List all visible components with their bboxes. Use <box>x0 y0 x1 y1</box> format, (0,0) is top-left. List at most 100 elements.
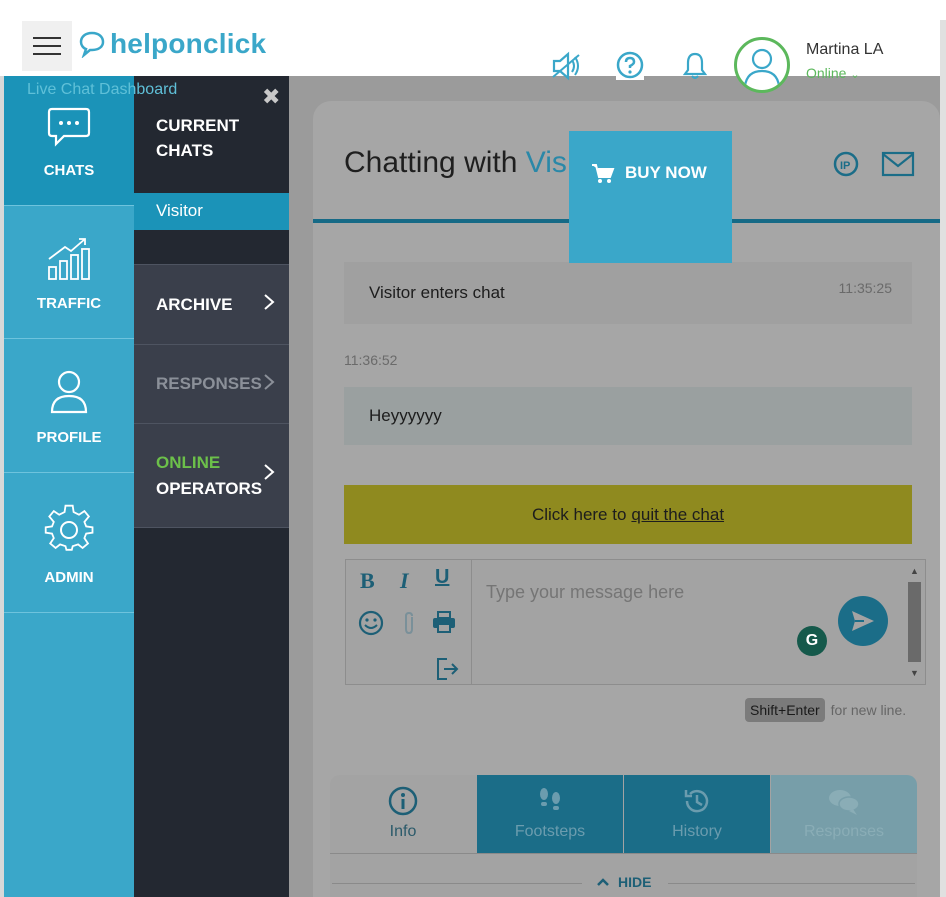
tab-info[interactable]: Info <box>330 775 476 853</box>
newline-hint: Shift+Enter for new line. <box>745 698 906 722</box>
message-text: Visitor enters chat <box>369 283 505 302</box>
help-icon[interactable] <box>612 48 648 84</box>
chevron-right-icon <box>263 463 275 489</box>
nav-item-traffic[interactable]: TRAFFIC <box>4 206 134 339</box>
scroll-down-icon[interactable]: ▼ <box>910 668 919 678</box>
send-button[interactable] <box>838 596 888 646</box>
chat-title: Chatting with Vis <box>344 146 567 180</box>
tab-responses[interactable]: Responses <box>771 775 917 853</box>
nav-archive-label: ARCHIVE <box>156 294 233 314</box>
history-icon <box>684 789 709 813</box>
menu-toggle-button[interactable] <box>22 21 72 71</box>
email-icon[interactable] <box>880 146 916 182</box>
shopping-cart-icon <box>592 164 615 183</box>
hamburger-line <box>33 37 61 39</box>
gear-icon <box>44 504 94 551</box>
sound-muted-icon[interactable] <box>548 48 584 84</box>
quit-prefix: Click here to <box>531 504 627 524</box>
nav-responses-label: RESPONSES <box>156 374 262 393</box>
attachment-icon[interactable] <box>400 610 418 642</box>
print-icon[interactable] <box>431 610 457 640</box>
message-input[interactable] <box>486 582 796 603</box>
nav-online-operators[interactable]: ONLINE OPERATORS <box>134 423 289 528</box>
hide-toggle[interactable]: HIDE <box>596 874 651 890</box>
chat-bubble-icon <box>47 107 91 147</box>
nav-archive[interactable]: ARCHIVE <box>134 264 289 344</box>
message-timestamp: 11:36:52 <box>344 352 398 368</box>
hamburger-line <box>33 45 61 47</box>
footsteps-icon <box>540 788 560 810</box>
system-message: Visitor enters chat 11:35:25 <box>344 262 912 324</box>
underline-icon[interactable]: U <box>435 566 449 589</box>
message-timestamp: 11:35:25 <box>838 280 892 296</box>
formatting-toolbar: B I U <box>346 560 472 684</box>
nav-label: PROFILE <box>36 429 102 446</box>
message-composer: B I U G ▲ ▼ <box>345 559 926 685</box>
chevron-right-icon <box>263 373 275 396</box>
nav-item-profile[interactable]: PROFILE <box>4 339 134 473</box>
bold-icon[interactable]: B <box>360 568 375 594</box>
ip-icon[interactable]: IP <box>828 146 864 182</box>
user-status-label: Online <box>806 65 847 81</box>
bell-icon[interactable] <box>677 48 713 84</box>
helponclick-logo[interactable]: helponclick <box>78 26 266 62</box>
visitor-tabs: Info Footsteps History Responses <box>330 775 917 853</box>
primary-nav: CHATS TRAFFIC PROFILE ADMIN <box>4 76 134 897</box>
scroll-up-icon[interactable]: ▲ <box>910 566 919 576</box>
visitor-message: Heyyyyyy <box>344 387 912 445</box>
close-icon[interactable]: ✖ <box>262 84 280 110</box>
buy-now-button[interactable]: BUY NOW <box>569 131 732 263</box>
operators-label: OPERATORS <box>156 478 263 498</box>
dashboard-label: Live Chat Dashboard <box>27 81 178 98</box>
person-icon <box>50 370 88 414</box>
quit-chat-link[interactable]: quit the chat <box>631 505 724 525</box>
chat-title-prefix: Chatting with <box>344 146 526 179</box>
tab-footsteps[interactable]: Footsteps <box>477 775 623 853</box>
nav-responses[interactable]: RESPONSES <box>134 344 289 423</box>
bar-chart-icon <box>48 238 90 280</box>
hide-label: HIDE <box>618 874 652 890</box>
send-icon <box>852 611 874 631</box>
composer-scrollbar[interactable]: ▲ ▼ <box>906 562 923 682</box>
tab-label: History <box>672 823 722 840</box>
current-chats-heading[interactable]: CURRENT CHATS <box>156 113 239 163</box>
svg-text:IP: IP <box>840 160 850 172</box>
end-chat-icon[interactable] <box>434 656 460 688</box>
speech-bubble-logo-icon <box>79 31 105 58</box>
nav-label: CHATS <box>43 162 95 179</box>
shortcut-key: Shift+Enter <box>745 698 825 722</box>
nav-item-admin[interactable]: ADMIN <box>4 473 134 613</box>
active-chat-visitor[interactable]: Visitor <box>134 193 289 230</box>
current-chats-line2: CHATS <box>156 141 214 160</box>
emoji-icon[interactable] <box>358 610 384 642</box>
quit-chat-banner[interactable]: Click here to quit the chat <box>344 485 912 544</box>
current-chats-line1: CURRENT <box>156 116 240 135</box>
italic-icon[interactable]: I <box>400 568 409 594</box>
nav-label: TRAFFIC <box>36 295 102 312</box>
top-header: helponclick <box>0 0 946 76</box>
hint-text: for new line. <box>830 702 907 718</box>
tab-label: Info <box>389 823 417 840</box>
chat-title-visitor: Vis <box>525 146 567 179</box>
divider <box>668 883 915 884</box>
buy-now-label: BUY NOW <box>625 163 707 182</box>
tab-label: Responses <box>803 823 885 840</box>
online-label: ONLINE <box>156 452 221 472</box>
logo-text: helponclick <box>110 28 267 59</box>
user-avatar-icon[interactable] <box>734 37 790 93</box>
chevron-right-icon <box>263 293 275 316</box>
grammarly-icon[interactable]: G <box>797 626 827 656</box>
user-status-dropdown[interactable]: Online ⌄ <box>806 65 860 81</box>
page-scrollbar[interactable] <box>940 20 946 897</box>
divider <box>332 883 582 884</box>
chevron-down-icon: ⌄ <box>850 69 860 81</box>
tab-history[interactable]: History <box>624 775 770 853</box>
chevron-up-icon <box>596 874 610 890</box>
scroll-thumb[interactable] <box>908 582 921 662</box>
user-name[interactable]: Martina LA <box>806 41 883 59</box>
tab-label: Footsteps <box>514 823 586 840</box>
hamburger-line <box>33 53 61 55</box>
speech-bubbles-icon <box>829 790 860 815</box>
info-icon <box>388 786 418 816</box>
nav-label: ADMIN <box>44 569 94 586</box>
